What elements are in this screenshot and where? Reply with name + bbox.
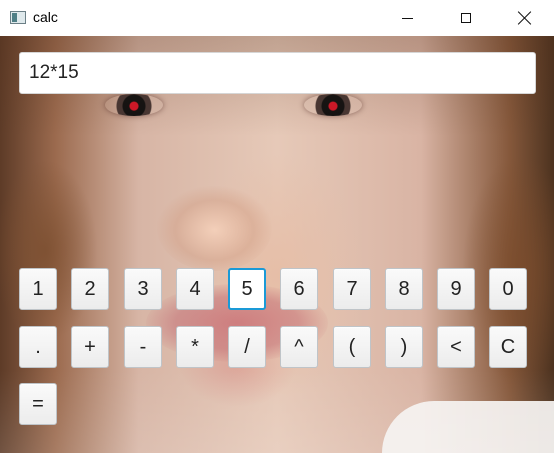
- left-eye-detail: [105, 94, 163, 116]
- minimize-icon: [401, 17, 413, 19]
- expression-text: 12*15: [29, 62, 79, 83]
- key-4[interactable]: 4: [176, 268, 214, 310]
- close-button[interactable]: [499, 0, 551, 36]
- key-9[interactable]: 9: [437, 268, 475, 310]
- close-icon: [518, 11, 532, 25]
- title-bar[interactable]: calc: [0, 0, 554, 36]
- key-minus[interactable]: -: [124, 326, 162, 368]
- key-left-parenthesis[interactable]: (: [333, 326, 371, 368]
- key-equals[interactable]: =: [19, 383, 57, 425]
- key-3[interactable]: 3: [124, 268, 162, 310]
- key-power[interactable]: ^: [280, 326, 318, 368]
- key-2[interactable]: 2: [71, 268, 109, 310]
- key-5[interactable]: 5: [228, 268, 266, 310]
- maximize-button[interactable]: [440, 0, 492, 36]
- key-6[interactable]: 6: [280, 268, 318, 310]
- calc-window: calc 12*15 1 2 3 4 5 6 7 8 9 0 . + - * /…: [0, 0, 554, 453]
- key-8[interactable]: 8: [385, 268, 423, 310]
- key-right-parenthesis[interactable]: ): [385, 326, 423, 368]
- calculator-window-icon: [10, 11, 26, 24]
- expression-field[interactable]: 12*15: [19, 52, 536, 94]
- maximize-icon: [461, 13, 471, 23]
- window-title: calc: [33, 9, 58, 25]
- key-multiply[interactable]: *: [176, 326, 214, 368]
- calculator-panel: 12*15 1 2 3 4 5 6 7 8 9 0 . + - * / ^ ( …: [0, 36, 554, 453]
- shirt-detail: [382, 401, 554, 453]
- key-backspace[interactable]: <: [437, 326, 475, 368]
- key-1[interactable]: 1: [19, 268, 57, 310]
- key-decimal[interactable]: .: [19, 326, 57, 368]
- background-image: [0, 36, 554, 453]
- right-eye-detail: [304, 94, 362, 116]
- key-divide[interactable]: /: [228, 326, 266, 368]
- key-7[interactable]: 7: [333, 268, 371, 310]
- key-clear[interactable]: C: [489, 326, 527, 368]
- key-0[interactable]: 0: [489, 268, 527, 310]
- minimize-button[interactable]: [381, 0, 433, 36]
- key-plus[interactable]: +: [71, 326, 109, 368]
- nose-detail: [157, 186, 272, 271]
